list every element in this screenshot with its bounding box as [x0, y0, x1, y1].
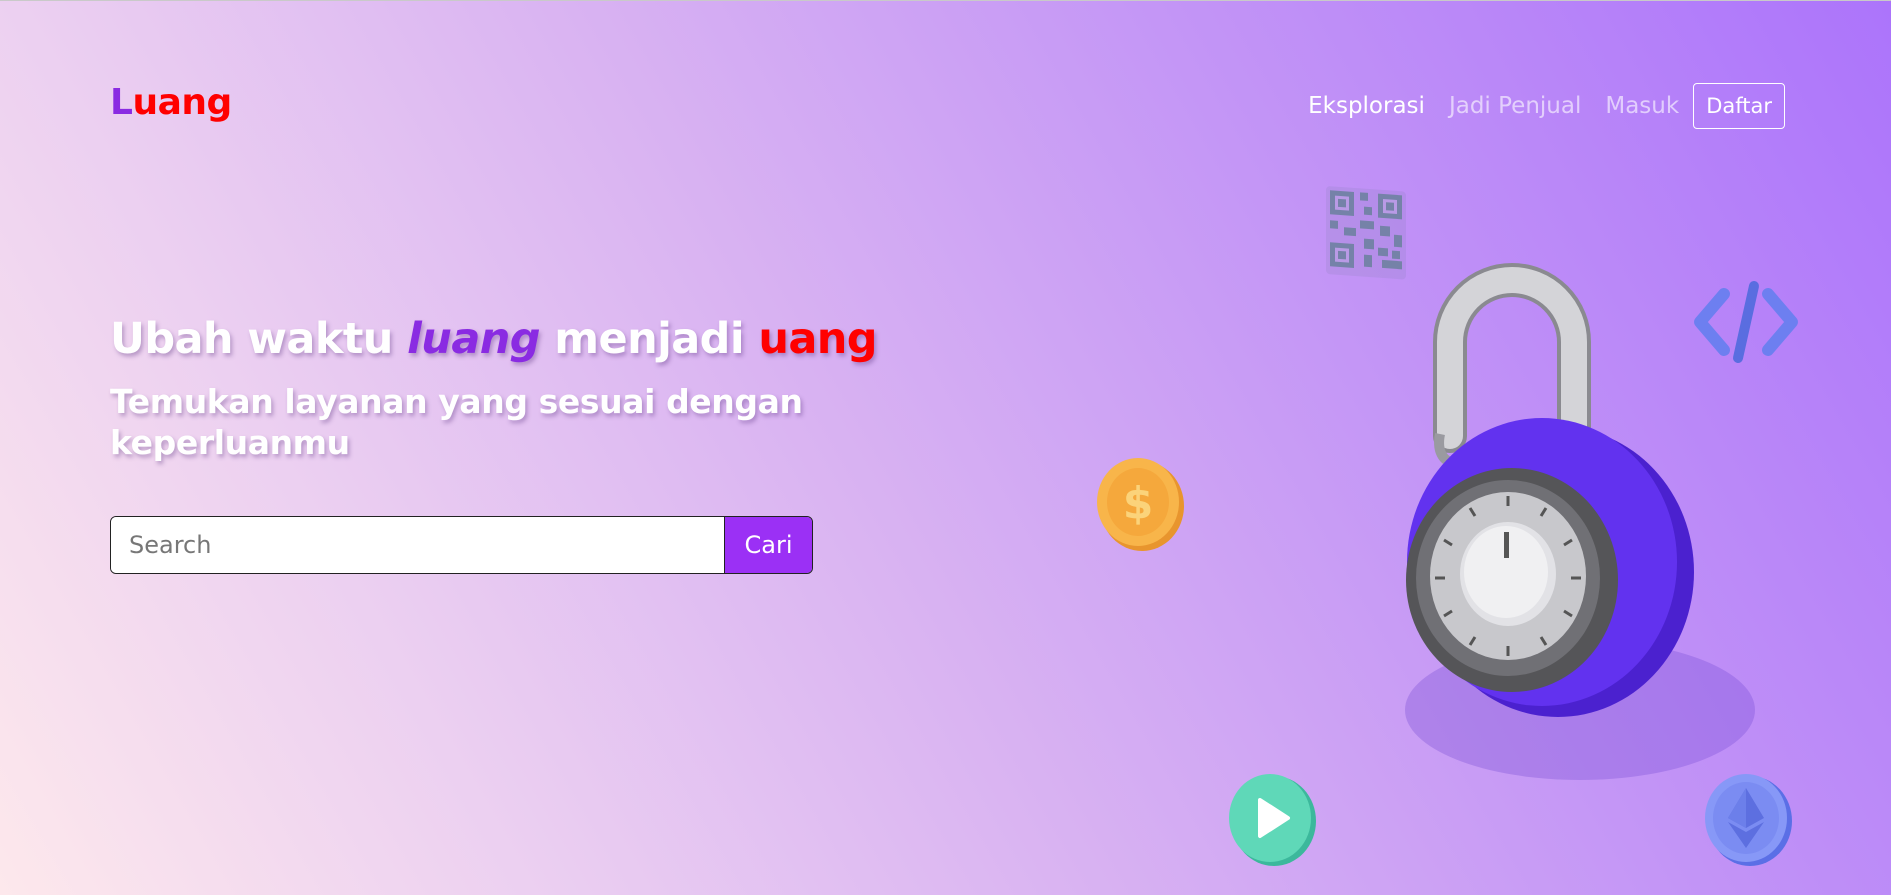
- headline-part1: Ubah waktu: [110, 314, 408, 364]
- ethereum-coin-icon: [1705, 774, 1792, 866]
- main-nav: Eksplorasi Jadi Penjual Masuk Daftar: [1284, 82, 1785, 130]
- dollar-coin-icon: $: [1097, 458, 1184, 551]
- search-button[interactable]: Cari: [724, 517, 812, 573]
- search-bar: Cari: [110, 516, 813, 574]
- logo-first-letter: L: [110, 82, 133, 123]
- logo[interactable]: Luang: [110, 82, 232, 123]
- daftar-button[interactable]: Daftar: [1693, 83, 1785, 129]
- headline-luang: luang: [407, 314, 540, 364]
- headline-uang: uang: [758, 314, 877, 364]
- hero-illustration: $: [1090, 170, 1810, 895]
- headline-part2: menjadi: [539, 314, 759, 364]
- search-input[interactable]: [111, 517, 724, 573]
- nav-eksplorasi[interactable]: Eksplorasi: [1308, 93, 1425, 119]
- nav-jadi-penjual[interactable]: Jadi Penjual: [1449, 93, 1581, 119]
- svg-text:$: $: [1123, 478, 1154, 529]
- padlock-icon: [1405, 263, 1755, 780]
- logo-rest: uang: [132, 82, 232, 123]
- hero-subheadline: Temukan layanan yang sesuai dengan keper…: [110, 382, 803, 462]
- hero-headline: Ubah waktu luang menjadi uang: [110, 314, 878, 364]
- nav-masuk[interactable]: Masuk: [1605, 93, 1679, 119]
- play-button-icon: [1229, 774, 1316, 866]
- top-border: [0, 0, 1891, 1]
